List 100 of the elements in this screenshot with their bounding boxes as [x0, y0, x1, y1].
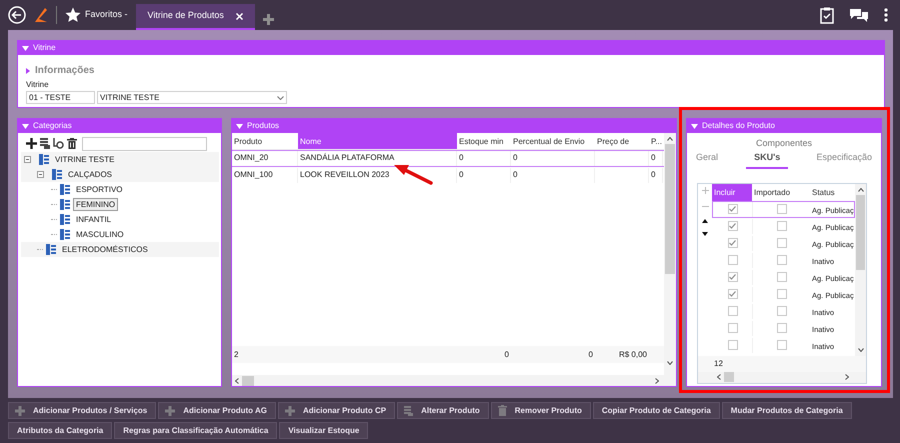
- checkbox[interactable]: [728, 204, 738, 214]
- total-cell: 2: [234, 350, 238, 359]
- vertical-scrollbar[interactable]: [664, 133, 676, 375]
- checkbox[interactable]: [728, 238, 738, 248]
- search-field[interactable]: [82, 136, 207, 150]
- add-icon: [26, 138, 37, 149]
- tree-item[interactable]: MASCULINO: [73, 229, 127, 240]
- action-button[interactable]: Remover Produto: [490, 402, 591, 419]
- action-button[interactable]: Adicionar Produto CP: [278, 402, 396, 419]
- scroll-thumb[interactable]: [724, 372, 734, 382]
- checkbox[interactable]: [777, 272, 787, 282]
- panel-header[interactable]: Categorias: [18, 119, 221, 133]
- expand-icon: [26, 68, 30, 74]
- logo-icon: [34, 7, 48, 23]
- tree-node-icon: [60, 214, 70, 225]
- scroll-up-icon: [858, 188, 864, 192]
- field-label: Vitrine: [26, 79, 49, 91]
- move-down-icon: [702, 232, 708, 236]
- move-up-icon: [702, 218, 708, 222]
- action-button[interactable]: Adicionar Produto AG: [158, 402, 276, 419]
- collapse-node-icon[interactable]: [24, 156, 31, 163]
- action-button[interactable]: Visualizar Estoque: [279, 422, 368, 439]
- action-button[interactable]: Atributos da Categoria: [8, 422, 112, 439]
- table-cell: 0: [513, 170, 518, 179]
- action-button[interactable]: Adicionar Produtos / Serviços: [8, 402, 156, 419]
- table-cell: OMNI_20: [234, 153, 268, 162]
- panel-header[interactable]: Detalhes do Produto: [687, 119, 881, 133]
- panel-title: Categorias: [33, 122, 72, 130]
- clipboard-check-icon: [820, 6, 834, 24]
- column-header[interactable]: Importado: [752, 184, 810, 200]
- tab[interactable]: Especificação: [816, 151, 872, 168]
- tab[interactable]: Vitrine de Produtos: [136, 4, 255, 30]
- tree-item[interactable]: FEMININO: [73, 198, 118, 211]
- checkbox[interactable]: [728, 289, 738, 299]
- action-button[interactable]: Mudar Produtos de Categoria: [722, 402, 852, 419]
- tab[interactable]: SKU's: [746, 151, 788, 168]
- checkbox[interactable]: [728, 272, 738, 282]
- table-cell: SANDÁLIA PLATAFORMA: [300, 153, 394, 162]
- action-button[interactable]: Regras para Classificação Automática: [114, 422, 278, 439]
- checkbox[interactable]: [777, 238, 787, 248]
- tree-item[interactable]: INFANTIL: [73, 214, 114, 225]
- table-cell: 0: [651, 170, 656, 179]
- column-header[interactable]: Status: [810, 184, 855, 200]
- add-icon: [702, 186, 708, 194]
- checkbox[interactable]: [777, 306, 787, 316]
- column-header[interactable]: Nome: [298, 133, 457, 149]
- checkbox[interactable]: [777, 255, 787, 265]
- check-icon: [729, 291, 736, 297]
- code-field[interactable]: 01 - TESTE: [26, 91, 95, 104]
- panel-title: Vitrine: [33, 44, 56, 52]
- action-button[interactable]: Copiar Produto de Categoria: [592, 402, 720, 419]
- checkbox[interactable]: [777, 221, 787, 231]
- tab[interactable]: Geral: [696, 151, 718, 168]
- column-header[interactable]: Incluir: [712, 184, 752, 200]
- vertical-scrollbar[interactable]: [855, 184, 866, 356]
- trash-icon: [498, 405, 507, 416]
- collapse-node-icon[interactable]: [37, 171, 44, 178]
- menu-icon: [884, 8, 888, 22]
- checkbox[interactable]: [728, 340, 738, 350]
- checkbox[interactable]: [777, 323, 787, 333]
- tree-node-icon: [60, 199, 70, 210]
- checkbox[interactable]: [777, 340, 787, 350]
- scroll-left-icon: [235, 378, 239, 384]
- scroll-right-icon: [845, 374, 849, 380]
- checkbox[interactable]: [777, 289, 787, 299]
- check-icon: [729, 240, 736, 246]
- collapse-icon: [691, 124, 698, 128]
- checkbox[interactable]: [728, 306, 738, 316]
- checkbox[interactable]: [728, 323, 738, 333]
- scroll-down-icon: [667, 361, 673, 365]
- trash-icon: [67, 138, 77, 149]
- tree-item[interactable]: ESPORTIVO: [73, 184, 126, 195]
- total-cell: R$ 0,00: [618, 350, 647, 359]
- checkbox[interactable]: [777, 204, 787, 214]
- table-cell: LOOK REVEILLON 2023: [300, 170, 390, 179]
- horizontal-scrollbar[interactable]: [232, 375, 676, 386]
- horizontal-scrollbar[interactable]: [698, 372, 866, 382]
- panel-header[interactable]: Produtos: [232, 119, 676, 133]
- scroll-up-icon: [667, 137, 673, 141]
- favorites-menu[interactable]: Favoritos -: [85, 8, 128, 22]
- plus-icon: [165, 406, 176, 416]
- table-row[interactable]: OMNI_20 SANDÁLIA PLATAFORMA 0 0 0: [232, 150, 664, 167]
- tree-item[interactable]: CALÇADOS: [65, 169, 116, 180]
- action-button[interactable]: Alterar Produto: [397, 402, 489, 419]
- collapse-icon: [22, 124, 29, 128]
- check-icon: [729, 223, 736, 229]
- panel-header[interactable]: Vitrine: [18, 41, 884, 55]
- chat-icon: [850, 8, 868, 22]
- edit-list-icon: [40, 138, 50, 149]
- scroll-thumb[interactable]: [242, 376, 254, 386]
- chevron-down-icon: [277, 96, 284, 100]
- total-cell: 0: [504, 350, 509, 359]
- table-cell: OMNI_100: [234, 170, 273, 179]
- back-icon: [8, 6, 26, 24]
- list-icon: [404, 406, 414, 416]
- panel-title: Detalhes do Produto: [702, 122, 775, 130]
- checkbox[interactable]: [728, 255, 738, 265]
- checkbox[interactable]: [728, 221, 738, 231]
- vitrine-dropdown[interactable]: VITRINE TESTE: [97, 91, 287, 104]
- tree-node-icon: [52, 169, 62, 180]
